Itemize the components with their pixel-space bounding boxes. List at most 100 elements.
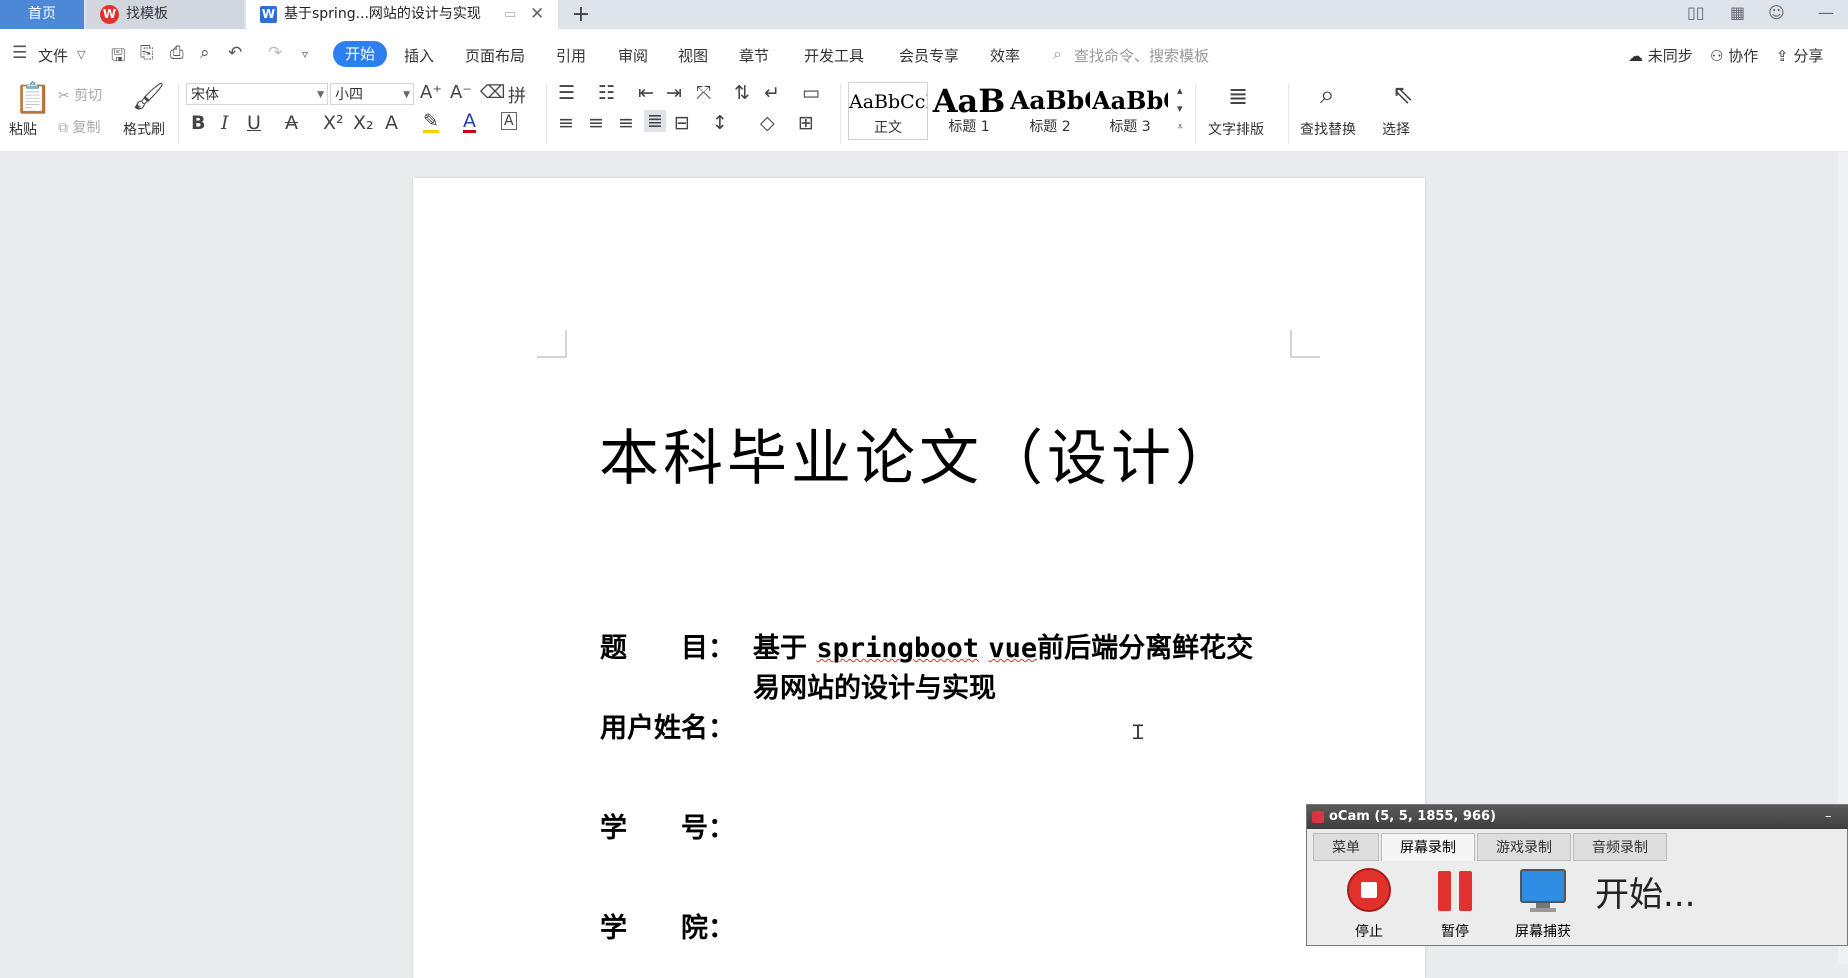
sync-status-button[interactable]: ☁ 未同步: [1628, 45, 1693, 66]
styles-scroll-icon[interactable]: ▴ ▾ ⩡: [1177, 82, 1183, 136]
new-tab-button[interactable]: +: [568, 0, 594, 29]
chinese-layout-icon[interactable]: ⤧: [696, 82, 711, 104]
paste-button[interactable]: 粘贴: [9, 119, 37, 139]
text-layout-icon[interactable]: ≣: [1228, 82, 1248, 110]
style-heading-2[interactable]: AaBbC 标题 2: [1010, 82, 1090, 140]
college-label: 学 院：: [600, 913, 735, 944]
increase-indent-icon[interactable]: ⇥: [666, 82, 682, 104]
magnifier-icon[interactable]: ⌕: [1320, 80, 1335, 111]
style-normal-sample: AaBbCcI: [849, 91, 927, 113]
save-icon[interactable]: 🖫: [111, 43, 125, 72]
ocam-tab-audio-record[interactable]: 音频录制: [1573, 833, 1667, 861]
highlight-icon[interactable]: ✎: [423, 112, 439, 133]
font-grow-icon[interactable]: A⁺: [420, 82, 442, 103]
paste-icon[interactable]: 📋: [14, 81, 51, 116]
menu-file[interactable]: 文件: [38, 45, 68, 66]
menu-review[interactable]: 审阅: [618, 45, 648, 66]
format-painter-icon[interactable]: 🖌: [132, 82, 165, 112]
menu-start[interactable]: 开始: [333, 41, 387, 67]
ocam-title-bar[interactable]: oCam (5, 5, 1855, 966) –: [1307, 805, 1848, 829]
menu-page-layout[interactable]: 页面布局: [465, 45, 525, 66]
layout-toggle-icon[interactable]: ▯▯: [1687, 3, 1705, 22]
line-spacing-icon[interactable]: ↕: [712, 112, 728, 134]
font-shrink-icon[interactable]: A⁻: [450, 82, 472, 103]
command-search-input[interactable]: 查找命令、搜索模板: [1074, 45, 1209, 66]
font-size-select[interactable]: 小四 ▼: [330, 83, 414, 105]
subscript-icon[interactable]: X₂: [353, 112, 374, 134]
ocam-screen-capture-button[interactable]: 屏幕捕获: [1503, 867, 1583, 941]
writer-doc-icon: W: [260, 6, 277, 23]
shading-icon[interactable]: ◇: [760, 112, 775, 134]
minimize-icon[interactable]: –: [1825, 805, 1832, 829]
tab-find-template[interactable]: W 找模板: [86, 0, 244, 29]
superscript-icon[interactable]: X²: [323, 112, 344, 134]
collaborate-label: 协作: [1728, 47, 1759, 65]
chevron-down-icon[interactable]: ▽: [77, 48, 85, 61]
borders-icon[interactable]: ⊞: [798, 112, 814, 134]
menu-view[interactable]: 视图: [678, 45, 708, 66]
clear-format-icon[interactable]: ⌫: [480, 82, 505, 103]
char-border-icon[interactable]: A: [501, 112, 517, 130]
distributed-align-icon[interactable]: ⊟: [674, 112, 690, 134]
format-painter-button[interactable]: 格式刷: [123, 119, 165, 139]
menu-chapter[interactable]: 章节: [739, 45, 769, 66]
ocam-tab-game-record[interactable]: 游戏录制: [1477, 833, 1571, 861]
ocam-tab-screen-record[interactable]: 屏幕录制: [1381, 833, 1475, 861]
tab-document[interactable]: W 基于spring...网站的设计与实现 ▭ ✕: [246, 0, 558, 29]
text-effect-icon[interactable]: A: [385, 112, 398, 134]
style-heading-3[interactable]: AaBbC 标题 3: [1092, 82, 1168, 140]
document-page[interactable]: 本科毕业论文（设计） 题 目： 基于 springboot vue前后端分离鲜花…: [413, 178, 1425, 978]
redo-icon[interactable]: ↷: [268, 43, 282, 63]
font-size-value: 小四: [335, 87, 363, 103]
ocam-tab-menu[interactable]: 菜单: [1313, 833, 1379, 861]
select-button[interactable]: 选择: [1382, 119, 1410, 139]
strikethrough-icon[interactable]: A: [285, 112, 298, 134]
share-button[interactable]: ⇪ 分享: [1776, 45, 1823, 66]
pointer-select-icon[interactable]: ⇖: [1392, 80, 1414, 110]
text-layout-button[interactable]: 文字排版: [1208, 119, 1264, 139]
menu-developer[interactable]: 开发工具: [804, 45, 864, 66]
find-replace-button[interactable]: 查找替换: [1300, 119, 1356, 139]
align-left-icon[interactable]: ≡: [558, 112, 574, 134]
bullet-list-icon[interactable]: ☰: [558, 82, 575, 104]
ocam-pause-button[interactable]: 暂停: [1415, 867, 1495, 941]
sort-icon[interactable]: ⇅: [734, 82, 750, 104]
bold-icon[interactable]: B: [191, 112, 205, 134]
export-pdf-icon[interactable]: ⎘: [140, 43, 154, 63]
ocam-recorder-window[interactable]: oCam (5, 5, 1855, 966) – 菜单 屏幕录制 游戏录制 音频…: [1306, 804, 1848, 946]
italic-icon[interactable]: I: [221, 112, 229, 134]
avatar[interactable]: ☺: [1768, 3, 1785, 22]
collaborate-button[interactable]: ⚇ 协作: [1710, 45, 1758, 66]
decrease-indent-icon[interactable]: ⇤: [638, 82, 654, 104]
tab-home[interactable]: 首页: [0, 0, 84, 29]
ocam-status-text: 开始...: [1595, 875, 1696, 915]
menu-efficiency[interactable]: 效率: [990, 45, 1020, 66]
phonetic-guide-icon[interactable]: 拼: [508, 82, 526, 108]
align-justify-icon[interactable]: ≣: [644, 110, 666, 132]
show-marks-icon[interactable]: ↵: [764, 82, 780, 104]
print-icon[interactable]: ⎙: [170, 43, 184, 63]
underline-icon[interactable]: U: [247, 112, 261, 134]
style-heading-1[interactable]: AaB 标题 1: [930, 82, 1008, 140]
menu-references[interactable]: 引用: [556, 45, 586, 66]
grid-apps-icon[interactable]: ▦: [1730, 3, 1745, 22]
hamburger-menu-icon[interactable]: ☰: [12, 43, 27, 63]
ocam-stop-button[interactable]: 停止: [1329, 867, 1409, 941]
style-normal[interactable]: AaBbCcI 正文: [848, 82, 928, 140]
font-name-select[interactable]: 宋体 ▼: [186, 83, 328, 105]
align-right-icon[interactable]: ≡: [618, 112, 634, 134]
menu-insert[interactable]: 插入: [404, 45, 434, 66]
print-preview-icon[interactable]: ⌕: [200, 43, 210, 63]
minimize-icon[interactable]: —: [1818, 3, 1834, 22]
numbered-list-icon[interactable]: ☷: [598, 82, 615, 104]
screen-pin-icon[interactable]: ▭: [504, 0, 516, 29]
align-center-icon[interactable]: ≡: [588, 112, 604, 134]
close-tab-icon[interactable]: ✕: [530, 0, 544, 29]
cut-button[interactable]: ✂ 剪切: [58, 85, 102, 105]
ruler-icon[interactable]: ▭: [802, 82, 820, 104]
undo-icon[interactable]: ↶: [228, 43, 242, 63]
menu-member[interactable]: 会员专享: [899, 45, 959, 66]
copy-button[interactable]: ⧉ 复制: [58, 117, 100, 137]
font-color-icon[interactable]: A: [463, 112, 476, 133]
quick-access-more-icon[interactable]: ▿: [302, 47, 308, 61]
